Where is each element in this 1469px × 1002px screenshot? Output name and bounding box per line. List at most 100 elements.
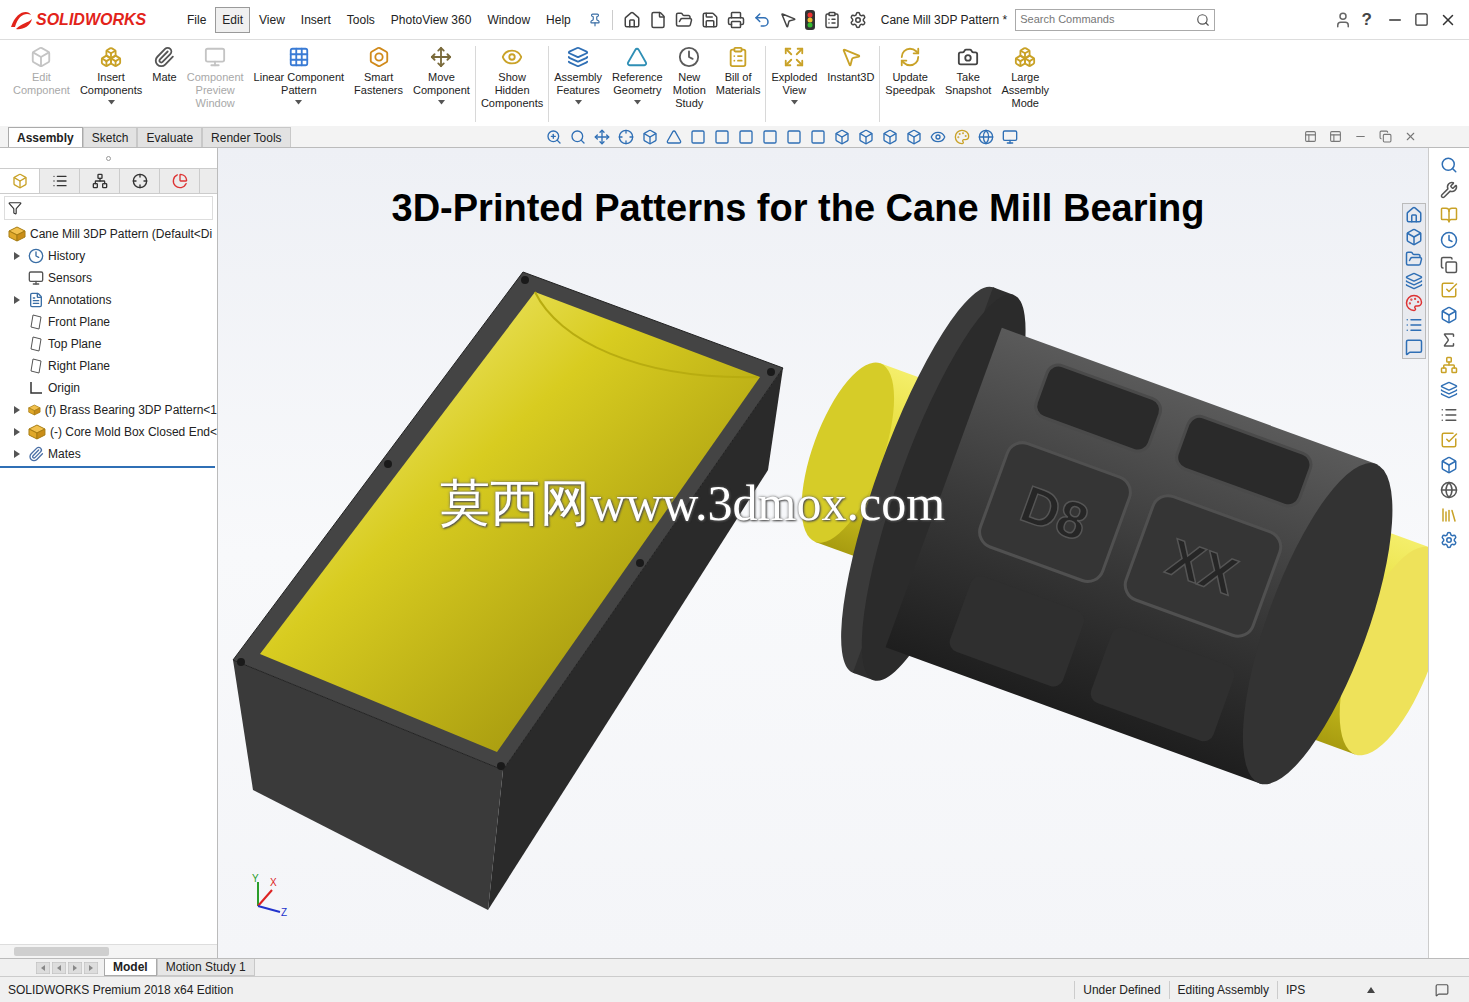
menu-item[interactable]: Insert (294, 7, 338, 33)
menu-item[interactable]: View (252, 7, 292, 33)
view-tool-icon[interactable] (690, 129, 706, 145)
view-tool-icon[interactable] (570, 129, 586, 145)
panel-handle[interactable] (106, 156, 111, 161)
ribbon-button[interactable]: UpdateSpeedpak (880, 46, 940, 97)
rebuild-icon[interactable] (805, 10, 815, 30)
doc-restore-icon[interactable] (1379, 130, 1392, 143)
view-tool-icon[interactable] (1002, 129, 1018, 145)
expand-arrow[interactable] (10, 406, 24, 414)
side-tool-icon[interactable] (1440, 181, 1458, 199)
view-tool-icon[interactable] (834, 129, 850, 145)
ribbon-button[interactable]: Mate (147, 46, 181, 84)
side-tool-icon[interactable] (1440, 356, 1458, 374)
side-tool-icon[interactable] (1440, 306, 1458, 324)
view-tool-icon[interactable] (738, 129, 754, 145)
command-tab[interactable]: Render Tools (202, 127, 291, 147)
view-tool-icon[interactable] (906, 129, 922, 145)
tile-left-icon[interactable] (1304, 130, 1317, 143)
view-tool-icon[interactable] (882, 129, 898, 145)
bottom-tab[interactable]: Motion Study 1 (157, 959, 255, 976)
home-icon[interactable] (623, 11, 641, 29)
side-tool-icon[interactable] (1440, 406, 1458, 424)
horizontal-scrollbar[interactable] (0, 944, 217, 958)
side-tool-icon[interactable] (1440, 206, 1458, 224)
print-icon[interactable] (727, 11, 745, 29)
view-tool-icon[interactable] (642, 129, 658, 145)
tree-item[interactable]: Sensors (0, 267, 217, 289)
tree-item[interactable]: Annotations (0, 289, 217, 311)
tree-item[interactable]: Right Plane (0, 355, 217, 377)
bottom-tab[interactable]: Model (104, 959, 157, 976)
undo-icon[interactable] (753, 11, 771, 29)
side-tool-icon[interactable] (1440, 156, 1458, 174)
dropdown-caret[interactable] (634, 100, 641, 105)
dropdown-caret[interactable] (108, 100, 115, 105)
view-tool-icon[interactable] (666, 129, 682, 145)
ribbon-button[interactable]: Linear ComponentPattern (249, 46, 350, 105)
side-tool-icon[interactable] (1440, 431, 1458, 449)
search-field[interactable]: Search Commands (1015, 9, 1215, 31)
doc-minimize-icon[interactable] (1354, 130, 1367, 143)
ribbon-button[interactable]: ShowHiddenComponents (476, 46, 548, 110)
task-pane-icon[interactable] (1405, 272, 1423, 290)
side-tool-icon[interactable] (1440, 456, 1458, 474)
ribbon-button[interactable]: Instant3D (822, 46, 879, 84)
view-tool-icon[interactable] (954, 129, 970, 145)
view-tool-icon[interactable] (618, 129, 634, 145)
tab-nav-icon[interactable] (52, 962, 66, 974)
minimize-icon[interactable] (1386, 11, 1404, 29)
status-field[interactable]: Editing Assembly (1169, 981, 1277, 999)
core-mold-box[interactable] (233, 272, 783, 910)
help-button[interactable]: ? (1354, 7, 1380, 33)
tab-nav-icon[interactable] (36, 962, 50, 974)
view-tool-icon[interactable] (546, 129, 562, 145)
tree-item[interactable]: Front Plane (0, 311, 217, 333)
task-pane-icon[interactable] (1405, 206, 1423, 224)
save-icon[interactable] (701, 11, 719, 29)
view-tool-icon[interactable] (978, 129, 994, 145)
task-pane-icon[interactable] (1405, 294, 1423, 312)
menu-item[interactable]: Help (539, 7, 578, 33)
view-tool-icon[interactable] (594, 129, 610, 145)
filter-row[interactable] (4, 196, 213, 220)
ribbon-button[interactable]: ReferenceGeometry (607, 46, 668, 105)
view-tool-icon[interactable] (930, 129, 946, 145)
ribbon-button[interactable]: Bill ofMaterials (711, 46, 766, 97)
ribbon-button[interactable]: InsertComponents (75, 46, 147, 105)
view-tool-icon[interactable] (762, 129, 778, 145)
side-tool-icon[interactable] (1440, 381, 1458, 399)
menu-item[interactable]: PhotoView 360 (384, 7, 479, 33)
tree-item[interactable]: Top Plane (0, 333, 217, 355)
expand-arrow[interactable] (10, 296, 24, 304)
tree-item[interactable]: (f) Brass Bearing 3DP Pattern<1 (0, 399, 217, 421)
filter-icon[interactable] (8, 201, 22, 215)
menu-item[interactable]: Tools (340, 7, 382, 33)
user-icon[interactable] (1334, 11, 1352, 29)
dropdown-caret[interactable] (791, 100, 798, 105)
task-pane-icon[interactable] (1405, 228, 1423, 246)
ribbon-button[interactable]: MoveComponent (408, 46, 475, 105)
tile-right-icon[interactable] (1329, 130, 1342, 143)
side-tool-icon[interactable] (1440, 531, 1458, 549)
status-field[interactable]: Under Defined (1074, 981, 1168, 999)
command-tab[interactable]: Assembly (8, 127, 83, 147)
ribbon-button[interactable]: NewMotionStudy (668, 46, 711, 110)
panel-tab[interactable] (120, 169, 160, 193)
ribbon-button[interactable]: TakeSnapshot (940, 46, 996, 97)
view-tool-icon[interactable] (714, 129, 730, 145)
view-tool-icon[interactable] (810, 129, 826, 145)
side-tool-icon[interactable] (1440, 481, 1458, 499)
ribbon-button[interactable]: AssemblyFeatures (549, 46, 607, 105)
side-tool-icon[interactable] (1440, 256, 1458, 274)
search-icon[interactable] (1196, 13, 1210, 27)
tab-nav[interactable] (36, 962, 98, 974)
tree-item[interactable]: Origin (0, 377, 217, 399)
expand-arrow[interactable] (10, 450, 24, 458)
options-icon[interactable] (849, 11, 867, 29)
panel-tab[interactable] (40, 169, 80, 193)
pin-icon[interactable] (588, 13, 602, 27)
command-tab[interactable]: Sketch (83, 127, 138, 147)
ribbon-button[interactable]: SmartFasteners (349, 46, 408, 97)
side-tool-icon[interactable] (1440, 331, 1458, 349)
file-properties-icon[interactable] (823, 11, 841, 29)
